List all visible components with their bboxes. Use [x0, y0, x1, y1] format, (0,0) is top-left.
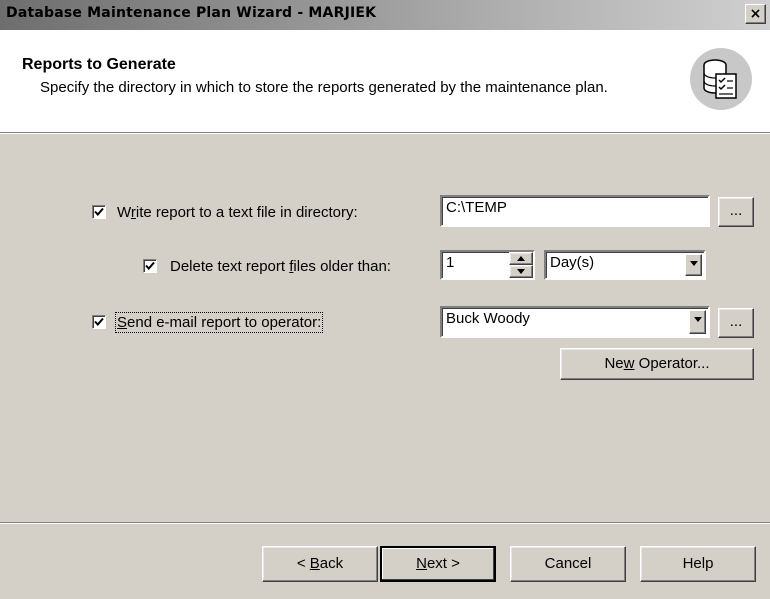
age-unit-value: Day(s) — [550, 254, 595, 271]
spin-up-button[interactable] — [509, 252, 533, 265]
delete-old-reports-checkbox[interactable] — [143, 259, 157, 273]
operator-dropdown-button[interactable] — [689, 310, 706, 334]
footer-divider-highlight — [0, 523, 770, 524]
operator-select[interactable]: Buck Woody — [440, 306, 710, 338]
write-report-checkbox[interactable] — [92, 205, 106, 219]
chevron-down-icon — [694, 317, 702, 322]
back-button[interactable]: < Back — [262, 546, 378, 582]
database-report-icon — [690, 48, 752, 110]
arrow-down-icon — [517, 269, 525, 274]
report-directory-input[interactable]: C:\TEMP — [440, 195, 710, 227]
write-report-label[interactable]: Write report to a text file in directory… — [117, 204, 358, 221]
title-bar[interactable]: Database Maintenance Plan Wizard - MARJI… — [0, 0, 770, 30]
cancel-button[interactable]: Cancel — [510, 546, 626, 582]
send-email-checkbox[interactable] — [92, 315, 106, 329]
wizard-header: Reports to Generate Specify the director… — [0, 30, 770, 133]
help-button[interactable]: Help — [640, 546, 756, 582]
header-divider — [0, 133, 770, 134]
age-unit-select[interactable]: Day(s) — [544, 250, 706, 280]
age-number-value: 1 — [446, 254, 455, 271]
age-unit-dropdown-button[interactable] — [685, 254, 702, 276]
next-button[interactable]: Next > — [380, 546, 496, 582]
arrow-up-icon — [517, 256, 525, 261]
wizard-window: Database Maintenance Plan Wizard - MARJI… — [0, 0, 770, 599]
page-title: Reports to Generate — [22, 56, 176, 73]
close-button[interactable]: × — [745, 4, 766, 24]
delete-old-reports-label[interactable]: Delete text report files older than: — [170, 258, 391, 275]
window-title: Database Maintenance Plan Wizard - MARJI… — [6, 5, 377, 21]
browse-directory-button[interactable]: ... — [718, 197, 754, 227]
page-description: Specify the directory in which to store … — [40, 79, 608, 96]
chevron-down-icon — [690, 261, 698, 266]
new-operator-button[interactable]: New Operator... — [560, 348, 754, 380]
send-email-label[interactable]: Send e-mail report to operator: — [114, 312, 324, 333]
operator-value: Buck Woody — [446, 310, 530, 327]
browse-operator-button[interactable]: ... — [718, 308, 754, 338]
spin-down-button[interactable] — [509, 265, 533, 278]
